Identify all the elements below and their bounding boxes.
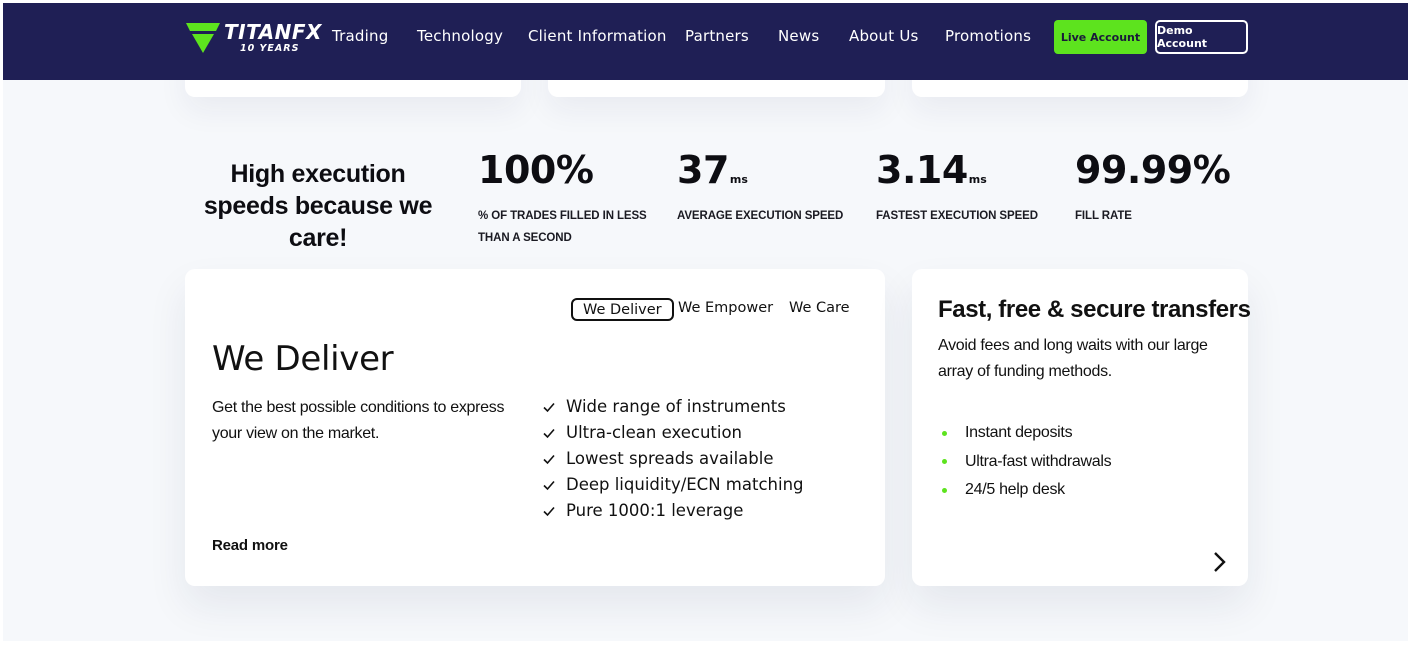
we-deliver-card: We Deliver We Empower We Care We Deliver… (185, 269, 885, 586)
stat-number: 99.99% (1075, 148, 1231, 192)
stats-heading: High execution speeds because we care! (203, 160, 433, 252)
feature-text: Pure 1000:1 leverage (566, 501, 744, 520)
list-item: Wide range of instruments (542, 394, 804, 420)
tab-we-deliver[interactable]: We Deliver (571, 298, 674, 321)
feature-text: Wide range of instruments (566, 397, 786, 416)
card-title: We Deliver (212, 339, 394, 379)
stat-label: Fastest execution speed (876, 210, 1038, 222)
logo-tagline: 10 YEARS (240, 43, 300, 54)
stat-fill-rate: 99.99% Fill rate (1075, 148, 1231, 227)
check-icon (543, 402, 555, 413)
list-item: Instant deposits (942, 419, 1111, 448)
logo-mark-icon (186, 23, 220, 53)
stat-average-speed: 37ms Average execution speed (677, 148, 857, 227)
site-header: TITANFX 10 YEARS Trading Technology Clie… (3, 3, 1408, 80)
transfer-feature-list: Instant deposits Ultra-fast withdrawals … (942, 419, 1112, 505)
check-icon (543, 506, 555, 517)
stat-label: Average execution speed (677, 210, 844, 222)
nav-item-technology[interactable]: Technology (417, 27, 503, 45)
live-account-button[interactable]: Live Account (1054, 20, 1147, 54)
stat-fastest-speed: 3.14ms Fastest execution speed (876, 148, 1056, 227)
nav-item-partners[interactable]: Partners (685, 27, 749, 45)
tab-we-care[interactable]: We Care (789, 298, 850, 321)
nav-item-promotions[interactable]: Promotions (945, 27, 1031, 45)
page-background: TITANFX 10 YEARS Trading Technology Clie… (3, 3, 1408, 641)
card-title: Fast, free & secure transfers (938, 296, 1251, 323)
feature-text: Deep liquidity/ECN matching (566, 475, 804, 494)
list-item: 24/5 help desk (942, 476, 1111, 505)
check-icon (543, 428, 555, 439)
nav-item-trading[interactable]: Trading (332, 27, 388, 45)
stat-number: 3.14 (876, 148, 968, 192)
bullet-icon (942, 487, 947, 493)
nav-item-client-information[interactable]: Client Information (528, 27, 667, 45)
read-more-link[interactable]: Read more (212, 537, 288, 554)
bullet-icon (942, 459, 947, 465)
tab-we-empower[interactable]: We Empower (678, 298, 773, 321)
feature-text: Ultra-clean execution (566, 423, 743, 442)
stat-value: 3.14ms (876, 148, 1056, 202)
demo-account-button[interactable]: Demo Account (1155, 20, 1248, 54)
transfers-card: Fast, free & secure transfers Avoid fees… (912, 269, 1251, 586)
stat-unit: ms (968, 173, 987, 186)
nav-item-about-us[interactable]: About Us (849, 27, 919, 45)
card-description: Avoid fees and long waits with our large… (938, 337, 1208, 380)
feature-text: Ultra-fast withdrawals (965, 452, 1112, 470)
stat-number: 37 (677, 148, 729, 192)
list-item: Deep liquidity/ECN matching (542, 472, 804, 498)
list-item: Lowest spreads available (542, 446, 804, 472)
brand-logo[interactable]: TITANFX 10 YEARS (186, 21, 321, 59)
stat-value: 100% (478, 148, 648, 202)
stat-value: 37ms (677, 148, 857, 202)
logo-wordmark: TITANFX (224, 20, 322, 44)
stat-label: Fill rate (1075, 210, 1132, 222)
feature-text: Instant deposits (965, 424, 1073, 442)
list-item: Ultra-clean execution (542, 420, 804, 446)
chevron-right-icon[interactable] (1211, 550, 1227, 574)
card-description: Get the best possible conditions to expr… (212, 399, 505, 442)
list-item: Ultra-fast withdrawals (942, 448, 1112, 477)
list-item: Pure 1000:1 leverage (542, 498, 804, 524)
stat-number: 100% (478, 148, 594, 192)
stat-value: 99.99% (1075, 148, 1231, 202)
stat-unit: ms (729, 173, 748, 186)
check-icon (543, 454, 555, 465)
feature-list: Wide range of instruments Ultra-clean ex… (542, 394, 804, 524)
stat-label: % of trades filled in less than a second (478, 210, 647, 244)
stat-trades-filled: 100% % of trades filled in less than a s… (478, 148, 648, 249)
nav-item-news[interactable]: News (778, 27, 819, 45)
check-icon (543, 480, 555, 491)
bullet-icon (942, 430, 947, 436)
feature-text: 24/5 help desk (965, 481, 1065, 499)
feature-text: Lowest spreads available (566, 449, 774, 468)
